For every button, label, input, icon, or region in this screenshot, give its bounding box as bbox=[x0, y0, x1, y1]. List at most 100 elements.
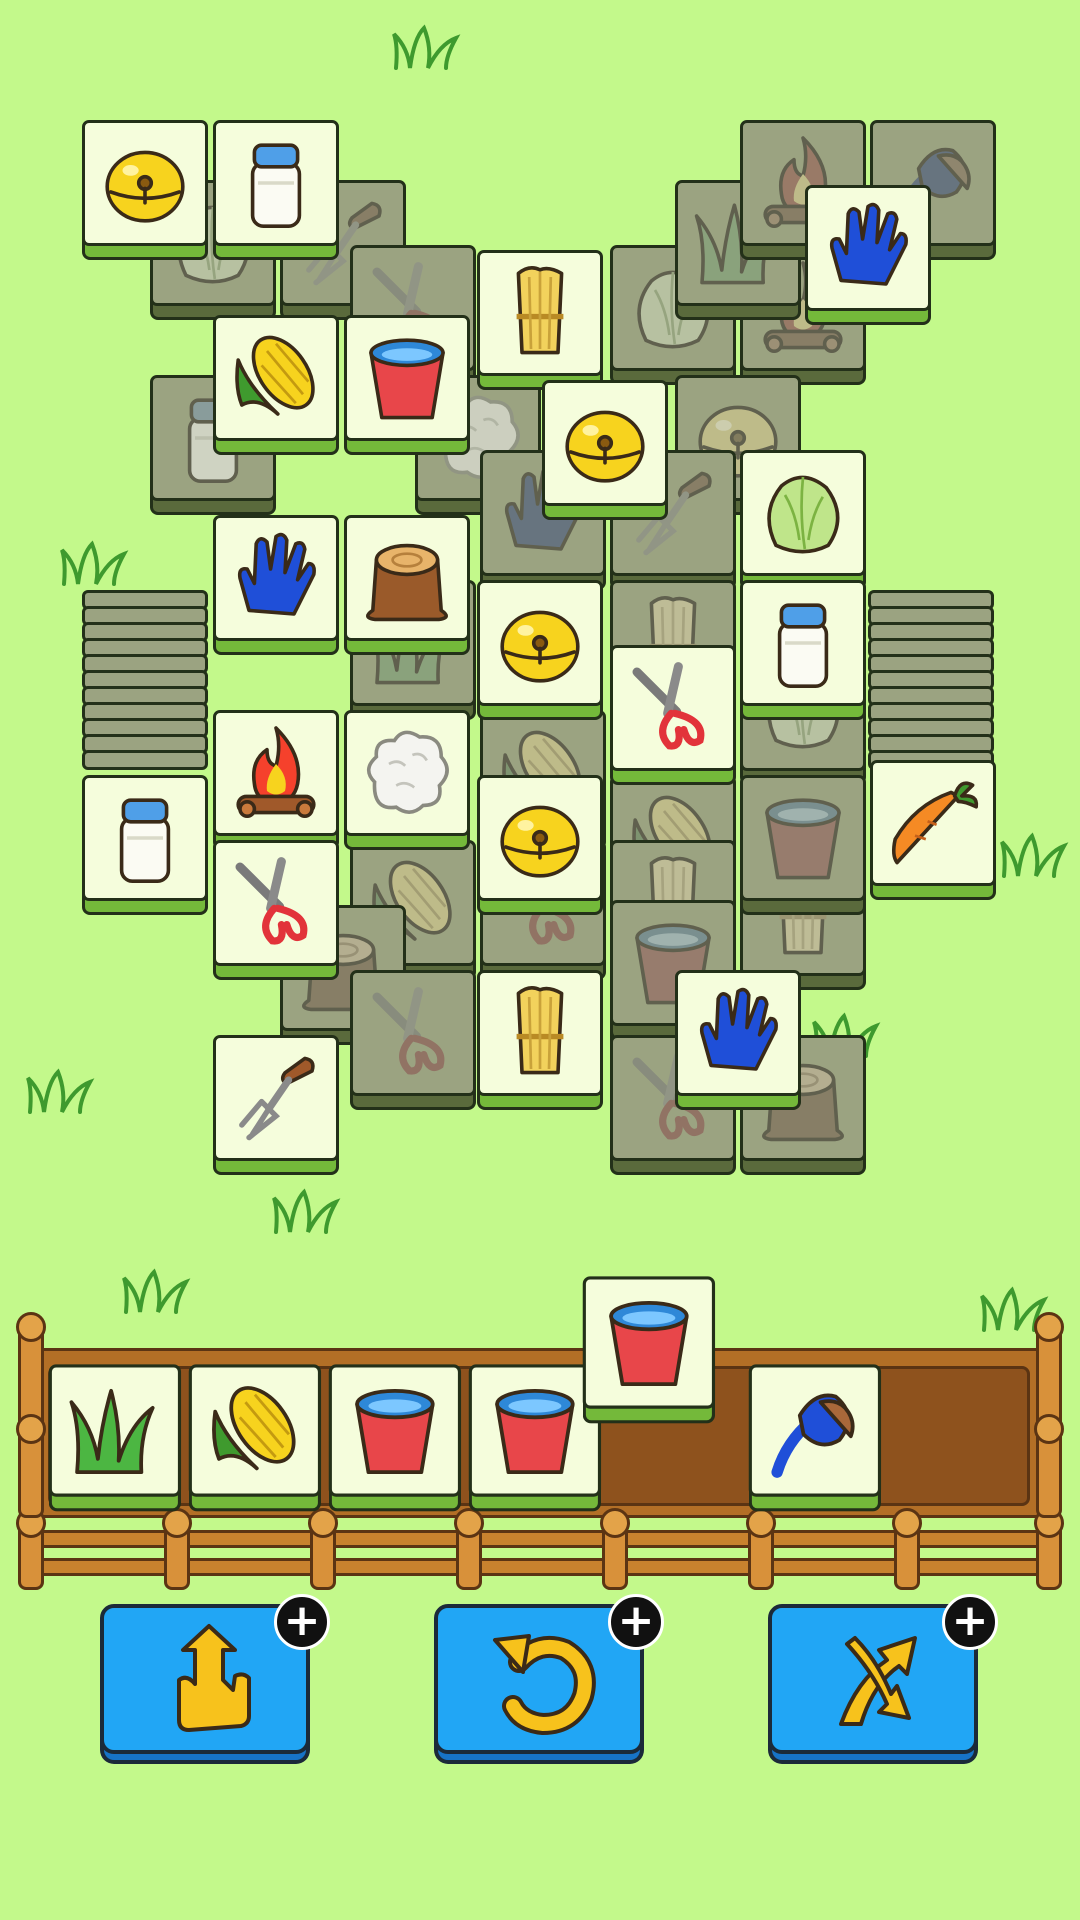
tile-face bbox=[610, 645, 736, 771]
tray-brush-tile[interactable] bbox=[748, 1364, 886, 1515]
milk-bottle-icon bbox=[119, 798, 171, 883]
fence-post-cap bbox=[892, 1508, 922, 1538]
fence-post-cap bbox=[16, 1312, 46, 1342]
pull-out-button[interactable]: + bbox=[100, 1594, 330, 1764]
undo-icon bbox=[493, 1634, 596, 1736]
bell-tile[interactable] bbox=[82, 120, 212, 264]
tray-water-bucket-tile[interactable] bbox=[582, 1276, 720, 1427]
tile-face bbox=[213, 1035, 339, 1161]
bell-tile[interactable] bbox=[477, 580, 607, 724]
pruning-shears-icon bbox=[632, 662, 705, 750]
bell-tile[interactable] bbox=[542, 380, 672, 524]
bell-tile[interactable] bbox=[477, 775, 607, 919]
water-bucket-tile bbox=[740, 775, 870, 919]
plus-badge[interactable]: + bbox=[274, 1594, 330, 1650]
tile-face bbox=[740, 775, 866, 901]
campfire-icon bbox=[236, 726, 316, 818]
milk-bottle-tile[interactable] bbox=[213, 120, 343, 264]
tile-face bbox=[213, 515, 339, 641]
water-bucket-tile[interactable] bbox=[344, 315, 474, 459]
carrot-tile[interactable] bbox=[870, 760, 1000, 904]
tile-face bbox=[477, 580, 603, 706]
plus-badge[interactable]: + bbox=[608, 1594, 664, 1650]
cabbage-tile[interactable] bbox=[740, 450, 870, 594]
wheat-bundle-icon bbox=[516, 265, 564, 355]
tray-water-bucket-tile[interactable] bbox=[328, 1364, 466, 1515]
tile-face bbox=[675, 970, 801, 1096]
fence-post-cap bbox=[1034, 1414, 1064, 1444]
corn-icon bbox=[212, 1386, 296, 1471]
stacked-tile bbox=[82, 750, 208, 770]
garden-fork-tile[interactable] bbox=[213, 1035, 343, 1179]
pruning-shears-tile[interactable] bbox=[610, 645, 740, 789]
pruning-shears-icon bbox=[235, 857, 308, 945]
tile-face bbox=[477, 970, 603, 1096]
tile-face bbox=[213, 710, 339, 836]
wool-ball-icon bbox=[366, 730, 449, 814]
grass-tuft-decoration bbox=[1000, 832, 1069, 878]
tile-face bbox=[477, 775, 603, 901]
wheat-bundle-tile[interactable] bbox=[477, 250, 607, 394]
tree-stump-icon bbox=[366, 543, 448, 622]
tray-grass-tuft-tile[interactable] bbox=[48, 1364, 186, 1515]
tile-face bbox=[748, 1364, 882, 1497]
pruning-shears-tile[interactable] bbox=[213, 840, 343, 984]
corn-icon bbox=[235, 335, 315, 416]
tile-face bbox=[213, 315, 339, 441]
tile-face bbox=[350, 970, 476, 1096]
carrot-icon bbox=[891, 781, 979, 865]
wheat-bundle-icon bbox=[516, 985, 564, 1075]
pruning-shears-icon bbox=[372, 987, 445, 1075]
blue-glove-tile[interactable] bbox=[213, 515, 343, 659]
milk-bottle-tile[interactable] bbox=[82, 775, 212, 919]
plus-badge[interactable]: + bbox=[942, 1594, 998, 1650]
tile-face bbox=[82, 120, 208, 246]
tile-face bbox=[740, 450, 866, 576]
wheat-bundle-tile[interactable] bbox=[477, 970, 607, 1114]
tile-face bbox=[805, 185, 931, 311]
tile-face bbox=[328, 1364, 462, 1497]
shuffle-icon bbox=[839, 1636, 917, 1726]
wool-ball-tile[interactable] bbox=[344, 710, 474, 854]
tile-face bbox=[188, 1364, 322, 1497]
tile-face bbox=[48, 1364, 182, 1497]
water-bucket-icon bbox=[369, 338, 445, 420]
blue-glove-icon bbox=[699, 987, 778, 1071]
blue-glove-icon bbox=[829, 202, 908, 286]
tile-face bbox=[582, 1276, 716, 1409]
garden-fork-icon bbox=[239, 1056, 315, 1141]
grass-tuft-decoration bbox=[392, 24, 461, 70]
corn-tile[interactable] bbox=[213, 315, 343, 459]
blue-glove-tile[interactable] bbox=[675, 970, 805, 1114]
bell-icon bbox=[500, 610, 580, 683]
grass-tuft-decoration bbox=[26, 1068, 95, 1114]
tile-face bbox=[82, 775, 208, 901]
tile-face bbox=[344, 315, 470, 441]
tile-face bbox=[213, 120, 339, 246]
grass-tuft-decoration bbox=[122, 1268, 191, 1314]
fence-post-cap bbox=[16, 1414, 46, 1444]
cabbage-icon bbox=[767, 475, 840, 554]
campfire-tile[interactable] bbox=[213, 710, 343, 854]
bell-icon bbox=[500, 805, 580, 878]
milk-bottle-icon bbox=[777, 603, 829, 688]
brush-icon bbox=[771, 1393, 855, 1478]
fence-post-cap bbox=[1034, 1312, 1064, 1342]
bell-icon bbox=[565, 410, 645, 483]
undo-button[interactable]: + bbox=[434, 1594, 664, 1764]
tile-face bbox=[477, 250, 603, 376]
water-bucket-icon bbox=[355, 1388, 435, 1475]
milk-bottle-tile[interactable] bbox=[740, 580, 870, 724]
water-bucket-icon bbox=[495, 1388, 575, 1475]
bell-icon bbox=[105, 150, 185, 223]
tile-face bbox=[468, 1364, 602, 1497]
shuffle-button[interactable]: + bbox=[768, 1594, 998, 1764]
tile-face bbox=[870, 760, 996, 886]
blue-glove-tile[interactable] bbox=[805, 185, 935, 329]
blue-glove-icon bbox=[237, 532, 316, 616]
tile-face bbox=[542, 380, 668, 506]
tree-stump-tile[interactable] bbox=[344, 515, 474, 659]
milk-bottle-icon bbox=[250, 143, 302, 228]
water-bucket-icon bbox=[765, 798, 841, 880]
tray-corn-tile[interactable] bbox=[188, 1364, 326, 1515]
